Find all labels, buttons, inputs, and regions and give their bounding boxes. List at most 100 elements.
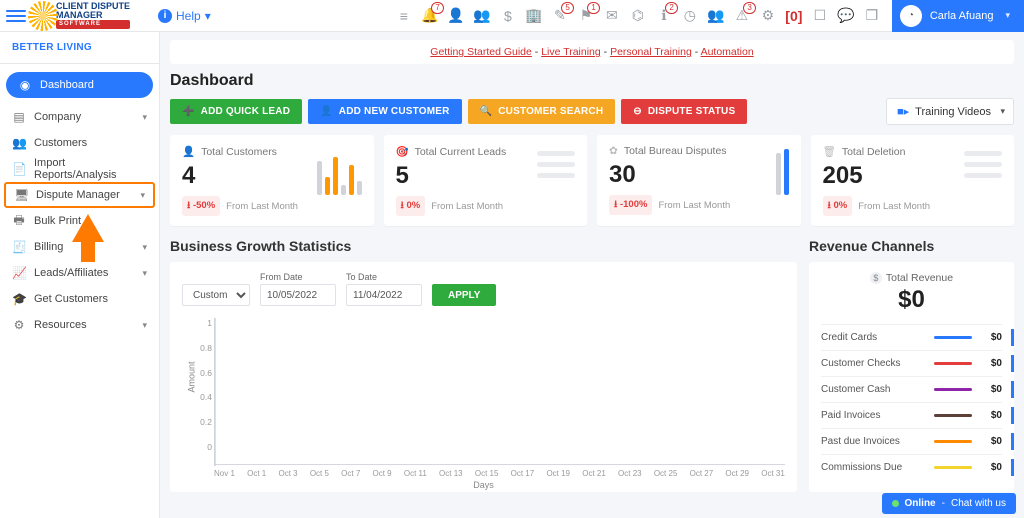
dollar-icon[interactable]: $ xyxy=(500,8,516,24)
sidebar-item-leads-affiliates[interactable]: 📈 Leads/Affiliates ▾ xyxy=(0,260,159,286)
dispute-status-button[interactable]: ⊖DISPUTE STATUS xyxy=(621,99,747,124)
copy-icon[interactable]: ❐ xyxy=(864,8,880,24)
main-area: Getting Started Guide - Live Training - … xyxy=(160,32,1024,518)
clock-icon[interactable]: ◷ xyxy=(682,8,698,24)
channel-value: $0 xyxy=(978,436,1002,447)
growth-chart xyxy=(214,318,785,466)
range-select[interactable]: Custom xyxy=(182,284,250,306)
channel-name: Credit Cards xyxy=(821,332,877,343)
menu-icon: ⚙ xyxy=(12,318,26,332)
menu-icon: 🧾 xyxy=(12,240,26,254)
group-icon[interactable]: 👥 xyxy=(708,8,724,24)
avatar: ◔ xyxy=(900,5,922,27)
minus-circle-icon: ⊖ xyxy=(633,106,642,117)
to-date-input[interactable] xyxy=(346,284,422,306)
chart-xticks: Nov 1Oct 1Oct 3Oct 5Oct 7Oct 9Oct 11Oct … xyxy=(214,469,785,478)
flag-icon[interactable]: ⚑1 xyxy=(578,8,594,24)
chevron-down-icon: ▾ xyxy=(140,190,145,201)
sidebar-item-dashboard[interactable]: ◉Dashboard xyxy=(6,72,153,98)
sidebar-item-label: Leads/Affiliates xyxy=(34,267,108,279)
sidebar-item-label: Import Reports/Analysis xyxy=(34,157,147,181)
channel-value: $0 xyxy=(978,462,1002,473)
add-new-customer-button[interactable]: 👤ADD NEW CUSTOMER xyxy=(308,99,461,124)
from-date-input[interactable] xyxy=(260,284,336,306)
channel-name: Customer Cash xyxy=(821,384,890,395)
link-personal-training[interactable]: Personal Training xyxy=(610,46,692,58)
customer-search-button[interactable]: 🔍CUSTOMER SEARCH xyxy=(468,99,616,124)
mail-icon[interactable]: ✉ xyxy=(604,8,620,24)
menu-icon: 🖶 xyxy=(12,211,26,232)
wand-icon[interactable]: ✎5 xyxy=(552,8,568,24)
list-icon[interactable]: ≡ xyxy=(396,8,412,24)
menu-toggle-icon[interactable] xyxy=(6,6,26,26)
sidebar-item-label: Billing xyxy=(34,241,63,253)
revenue-channel: Commissions Due $0 xyxy=(821,454,1002,480)
dollar-circle-icon: $ xyxy=(870,272,882,284)
revenue-panel: $Total Revenue $0 Credit Cards$0Customer… xyxy=(809,262,1014,492)
menu-icon: 📄 xyxy=(12,162,26,176)
link-automation[interactable]: Automation xyxy=(701,46,754,58)
sparkline-placeholder xyxy=(537,151,575,216)
inbox-icon[interactable]: ☐ xyxy=(812,8,828,24)
sitemap-icon[interactable]: ⌬ xyxy=(630,8,646,24)
card-value: 4 xyxy=(182,162,298,190)
revenue-channel: Past due Invoices $0 xyxy=(821,428,1002,454)
channel-name: Past due Invoices xyxy=(821,436,900,447)
sidebar-item-resources[interactable]: ⚙Resources▾ xyxy=(0,312,159,338)
users-icon[interactable]: 👥 xyxy=(474,8,490,24)
total-revenue-value: $0 xyxy=(821,286,1002,314)
chart-yticks: 10.80.60.40.20 xyxy=(192,318,212,452)
card-title: Total Bureau Disputes xyxy=(624,145,727,157)
growth-title: Business Growth Statistics xyxy=(170,238,797,254)
app-logo: CLIENT DISPUTEMANAGERSOFTWARE xyxy=(32,2,130,30)
org-name: BETTER LIVING xyxy=(0,32,159,64)
online-dot-icon xyxy=(892,500,899,507)
card-icon: ✿ xyxy=(609,145,618,157)
revenue-title: Revenue Channels xyxy=(809,238,1014,254)
callout-arrow-icon xyxy=(72,214,104,242)
user-icon[interactable]: 👤 xyxy=(448,8,464,24)
apply-button[interactable]: APPLY xyxy=(432,284,496,306)
sidebar-item-dispute-manager[interactable]: 🖥Dispute Manager▾ xyxy=(4,182,155,208)
card-icon: 🗑 xyxy=(823,145,836,158)
sidebar: BETTER LIVING ◉Dashboard ▤Company▾👥Custom… xyxy=(0,32,160,518)
card-icon: 🎯 xyxy=(396,145,409,158)
link-live-training[interactable]: Live Training xyxy=(541,46,601,58)
plus-icon: ➕ xyxy=(182,106,195,117)
chevron-down-icon: ▾ xyxy=(142,268,147,279)
top-banner: Getting Started Guide - Live Training - … xyxy=(170,40,1014,64)
info-icon: i xyxy=(158,9,172,23)
stat-card: 👤Total Customers4⭳ -50%From Last Month xyxy=(170,135,374,226)
card-delta: ⭳ -100% xyxy=(609,195,652,215)
sidebar-item-import-reports-analysis[interactable]: 📄 Import Reports/Analysis xyxy=(0,156,159,182)
channel-name: Commissions Due xyxy=(821,462,902,473)
card-foot: From Last Month xyxy=(658,200,730,211)
chat-widget[interactable]: Online - Chat with us xyxy=(882,493,1017,514)
user-menu[interactable]: ◔ Carla Afuang ▾ xyxy=(892,0,1024,32)
top-bar: CLIENT DISPUTEMANAGERSOFTWARE i Help ▾ ≡… xyxy=(0,0,1024,32)
sidebar-item-get-customers[interactable]: 🎓Get Customers xyxy=(0,286,159,312)
revenue-section: Revenue Channels $Total Revenue $0 Credi… xyxy=(809,238,1014,492)
card-value: 205 xyxy=(823,162,931,190)
menu-icon: 📈 xyxy=(12,266,26,280)
help-menu[interactable]: i Help ▾ xyxy=(158,9,211,23)
counter-red[interactable]: [0] xyxy=(786,8,802,24)
revenue-channel: Credit Cards $0 xyxy=(821,324,1002,350)
sidebar-item-customers[interactable]: 👥Customers xyxy=(0,130,159,156)
sidebar-item-label: Dispute Manager xyxy=(36,189,120,201)
building-icon[interactable]: 🏢 xyxy=(526,8,542,24)
channel-value: $0 xyxy=(978,332,1002,343)
gear-icon[interactable]: ⚙ xyxy=(760,8,776,24)
warning-icon[interactable]: ⚠3 xyxy=(734,8,750,24)
stat-card: 🎯Total Current Leads5⭳ 0%From Last Month xyxy=(384,135,588,226)
add-quick-lead-button[interactable]: ➕ADD QUICK LEAD xyxy=(170,99,302,124)
training-videos-select[interactable]: ■▸ Training Videos ▾ xyxy=(886,98,1014,125)
chat-icon[interactable]: 💬 xyxy=(838,8,854,24)
user-name: Carla Afuang xyxy=(930,10,994,22)
stat-card: ✿Total Bureau Disputes30⭳ -100%From Last… xyxy=(597,135,801,226)
chevron-down-icon: ▾ xyxy=(142,320,147,331)
bell-icon[interactable]: 🔔7 xyxy=(422,8,438,24)
alert-icon[interactable]: ℹ2 xyxy=(656,8,672,24)
sidebar-item-company[interactable]: ▤Company▾ xyxy=(0,104,159,130)
link-getting-started[interactable]: Getting Started Guide xyxy=(430,46,532,58)
